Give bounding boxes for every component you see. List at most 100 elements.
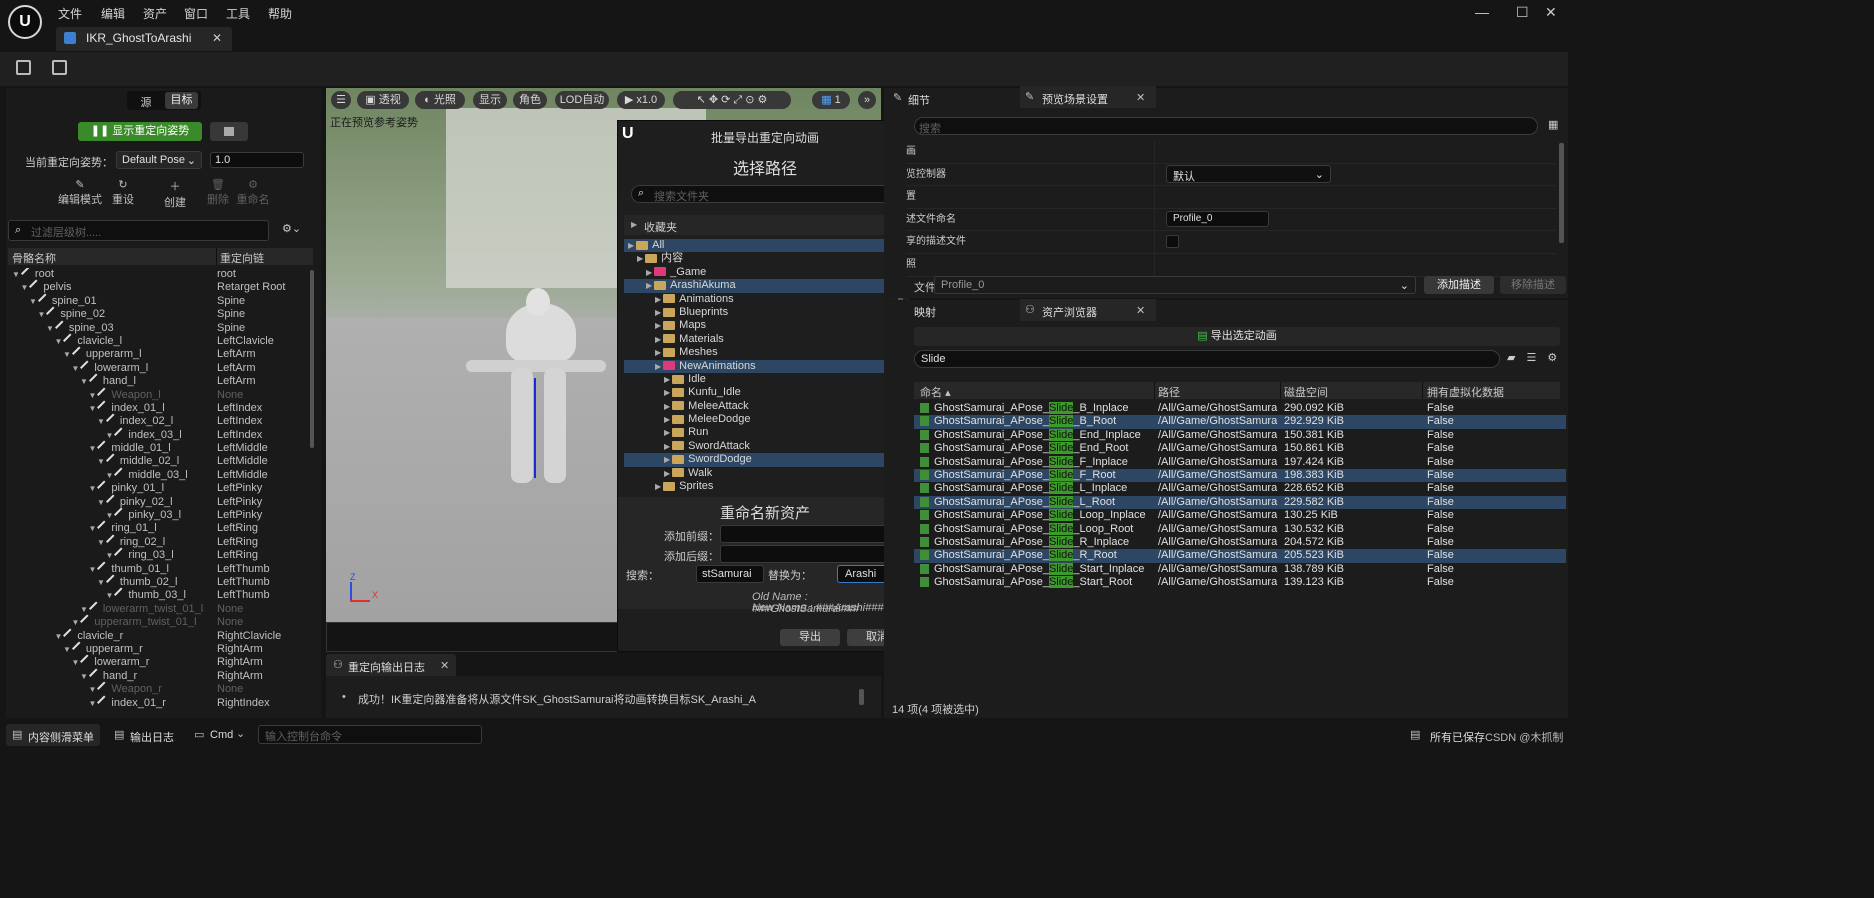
menu-edit[interactable]: 编辑 xyxy=(101,5,125,22)
folder-row[interactable]: ▶ Meshes xyxy=(624,346,894,359)
settings-icon[interactable]: ⚙⌄ xyxy=(282,222,301,235)
bone-row[interactable]: ▼ spine_02 Spine xyxy=(8,306,306,321)
toggle-target[interactable]: 目标 xyxy=(165,92,198,109)
details-search-input[interactable]: 搜索 xyxy=(914,117,1538,135)
bone-row[interactable]: ▼ root root xyxy=(8,268,306,281)
folder-row[interactable]: ▶ Idle xyxy=(624,373,894,386)
bone-row[interactable]: ▼ index_02_l LeftIndex xyxy=(8,413,306,428)
col-retarget-chain[interactable]: 重定向链 xyxy=(220,250,264,266)
asset-row[interactable]: GhostSamurai_APose_Slide_R_Root/All/Game… xyxy=(914,549,1566,563)
bone-row[interactable]: ▼ pinky_01_l LeftPinky xyxy=(8,480,306,495)
bone-row[interactable]: ▼ spine_03 Spine xyxy=(8,320,306,335)
bone-row[interactable]: ▼ ring_02_l LeftRing xyxy=(8,534,306,549)
pose-select[interactable]: Default Pose ⌄ xyxy=(116,151,202,169)
bone-row[interactable]: ▼ Weapon_l None xyxy=(8,387,306,402)
close-asset-tab-icon[interactable]: ✕ xyxy=(1136,304,1145,317)
bone-row[interactable]: ▼ clavicle_r RightClavicle xyxy=(8,628,306,643)
tree-scrollbar[interactable] xyxy=(310,270,314,448)
bone-row[interactable]: ▼ upperarm_r RightArm xyxy=(8,641,306,656)
export-button[interactable]: 导出 xyxy=(780,629,840,646)
stop-button[interactable] xyxy=(210,122,248,141)
hamburger-icon[interactable]: ☰ xyxy=(331,91,351,109)
maximize-icon[interactable]: ☐ xyxy=(1516,4,1529,21)
prefix-input[interactable] xyxy=(720,525,906,543)
asset-row[interactable]: GhostSamurai_APose_Slide_Start_Inplace/A… xyxy=(914,562,1566,576)
lod-button[interactable]: LOD自动 xyxy=(555,91,609,109)
folder-row[interactable]: ▶ SwordAttack xyxy=(624,440,894,453)
bone-row[interactable]: ▼ clavicle_l LeftClavicle xyxy=(8,333,306,348)
show-retarget-pose-button[interactable]: ❚❚ 显示重定向姿势 xyxy=(78,122,202,141)
rename-tool[interactable]: ⚙ 重命名 xyxy=(234,178,272,207)
asset-row[interactable]: GhostSamurai_APose_Slide_B_Root/All/Game… xyxy=(914,415,1566,429)
table-view-icon[interactable]: ▦ xyxy=(1548,118,1558,131)
bone-row[interactable]: ▼ hand_r RightArm xyxy=(8,668,306,683)
asset-row[interactable]: GhostSamurai_APose_Slide_End_Inplace/All… xyxy=(914,428,1566,442)
perspective-button[interactable]: ▣ 透视 xyxy=(357,91,409,109)
folder-search-input[interactable]: ⌕ 搜索文件夹 xyxy=(631,185,899,203)
menu-help[interactable]: 帮助 xyxy=(268,5,292,22)
grid-snap-button[interactable]: ▦ 1 xyxy=(812,91,850,109)
unreal-logo-icon[interactable]: U xyxy=(8,5,42,39)
filter-icons[interactable]: ▰ ☰ ⚙ xyxy=(1507,351,1561,364)
bone-row[interactable]: ▼ thumb_02_l LeftThumb xyxy=(8,574,306,589)
bone-row[interactable]: ▼ pinky_03_l LeftPinky xyxy=(8,507,306,522)
transform-tools[interactable]: ↖ ✥ ⟳ ⤢ ⊙ ⚙ xyxy=(673,91,791,109)
bone-row[interactable]: ▼ ring_01_l LeftRing xyxy=(8,520,306,535)
bone-row[interactable]: ▼ index_01_r RightIndex xyxy=(8,694,306,710)
col-bone-name[interactable]: 骨骼名称 xyxy=(12,250,56,266)
asset-row[interactable]: GhostSamurai_APose_Slide_R_Inplace/All/G… xyxy=(914,535,1566,549)
col-virtualized[interactable]: 拥有虚拟化数据 xyxy=(1427,384,1504,400)
console-input[interactable]: 输入控制台命令 xyxy=(258,725,482,744)
expand-toolbar-icon[interactable]: » xyxy=(858,91,876,109)
mapping-tab[interactable]: 映射 xyxy=(914,304,936,320)
minimize-icon[interactable]: — xyxy=(1475,4,1489,20)
bone-row[interactable]: ▼ thumb_01_l LeftThumb xyxy=(8,561,306,576)
bone-row[interactable]: ▼ upperarm_l LeftArm xyxy=(8,346,306,361)
folder-row[interactable]: ▶ 内容 xyxy=(624,252,894,265)
editor-tab[interactable]: IKR_GhostToArashi ✕ xyxy=(56,27,232,51)
bone-row[interactable]: ▼ index_01_l LeftIndex xyxy=(8,400,306,415)
menu-file[interactable]: 文件 xyxy=(58,5,82,22)
profile-select[interactable]: Profile_0 ⌄ xyxy=(934,276,1416,294)
lighting-button[interactable]: ◐ 光照 xyxy=(415,91,465,109)
bone-row[interactable]: ▼ middle_03_l LeftMiddle xyxy=(8,467,306,482)
menu-window[interactable]: 窗口 xyxy=(184,5,208,22)
browse-asset-icon[interactable] xyxy=(52,60,67,75)
close-preview-tab-icon[interactable]: ✕ xyxy=(1136,91,1145,104)
folder-row[interactable]: ▶ Kunfu_Idle xyxy=(624,386,894,399)
save-icon[interactable] xyxy=(16,60,31,75)
shared-profile-checkbox[interactable] xyxy=(1166,235,1179,248)
profile-name-input[interactable]: Profile_0 xyxy=(1166,211,1269,227)
folder-row[interactable]: ▶ Animations xyxy=(624,293,894,306)
menu-tools[interactable]: 工具 xyxy=(226,5,250,22)
close-window-icon[interactable]: ✕ xyxy=(1545,4,1557,21)
log-tab[interactable]: ⚇ 重定向输出日志 ✕ xyxy=(326,654,456,676)
folder-row[interactable]: ▶ NewAnimations xyxy=(624,359,894,373)
bone-row[interactable]: ▼ pinky_02_l LeftPinky xyxy=(8,494,306,509)
asset-row[interactable]: GhostSamurai_APose_Slide_L_Root/All/Game… xyxy=(914,495,1566,510)
folder-row[interactable]: ▶ Blueprints xyxy=(624,306,894,319)
asset-search-input[interactable]: Slide xyxy=(914,350,1500,368)
preview-controller-select[interactable]: 默认 ⌄ xyxy=(1166,165,1331,183)
asset-row[interactable]: GhostSamurai_APose_Slide_End_Root/All/Ga… xyxy=(914,442,1566,455)
asset-row[interactable]: GhostSamurai_APose_Slide_B_Inplace/All/G… xyxy=(914,402,1566,415)
log-scrollbar[interactable] xyxy=(859,689,864,705)
add-profile-button[interactable]: 添加描述 xyxy=(1424,276,1494,294)
close-log-tab-icon[interactable]: ✕ xyxy=(440,659,449,672)
bone-row[interactable]: ▼ lowerarm_twist_01_l None xyxy=(8,601,306,616)
col-disk-size[interactable]: 磁盘空间 xyxy=(1284,384,1328,400)
create-tool[interactable]: ＋ 创建 xyxy=(158,178,192,210)
pose-blend-field[interactable]: 1.0 xyxy=(210,152,304,168)
folder-row[interactable]: ▶ All xyxy=(624,239,894,253)
folder-row[interactable]: ▶ _Game xyxy=(624,266,894,279)
delete-tool[interactable]: 🗑 删除 xyxy=(204,178,232,207)
menu-asset[interactable]: 资产 xyxy=(143,5,167,22)
bone-row[interactable]: ▼ ring_03_l LeftRing xyxy=(8,547,306,562)
folder-row[interactable]: ▶ Sprites xyxy=(624,480,894,491)
content-drawer-button[interactable]: ▤ 内容侧滑菜单 xyxy=(6,724,100,746)
close-tab-icon[interactable]: ✕ xyxy=(212,31,222,45)
folder-row[interactable]: ▶ MeleeDodge xyxy=(624,413,894,426)
bone-row[interactable]: ▼ thumb_03_l LeftThumb xyxy=(8,587,306,602)
bone-row[interactable]: ▼ Weapon_r None xyxy=(8,681,306,696)
search-text-input[interactable]: stSamurai xyxy=(696,565,764,583)
